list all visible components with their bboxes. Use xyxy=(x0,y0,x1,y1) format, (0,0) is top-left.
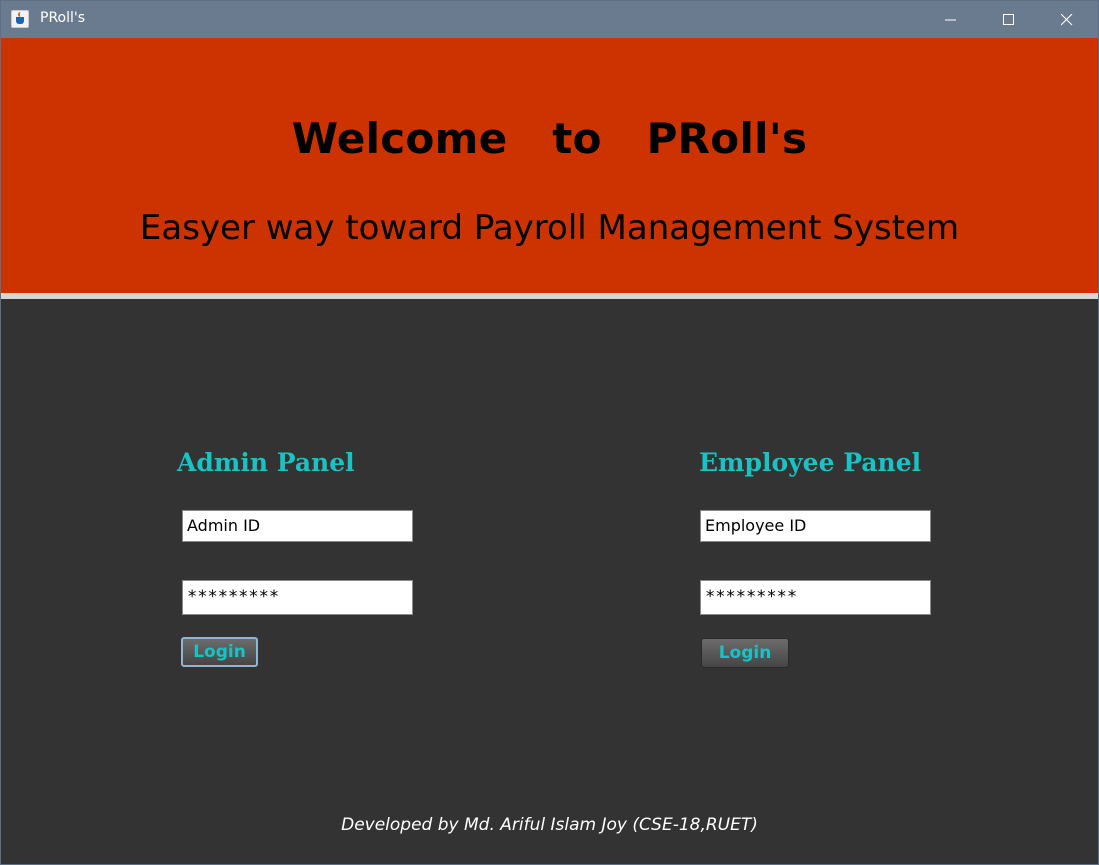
minimize-icon xyxy=(945,19,956,21)
minimize-button[interactable] xyxy=(922,1,980,38)
admin-id-field[interactable]: Admin ID xyxy=(182,510,413,542)
developer-credit: Developed by Md. Ariful Islam Joy (CSE-1… xyxy=(341,815,758,835)
header-divider xyxy=(1,293,1098,299)
welcome-title: Welcome to PRoll's xyxy=(291,114,808,163)
employee-panel-title: Employee Panel xyxy=(699,448,922,477)
window-title: PRoll's xyxy=(40,10,86,26)
employee-login-button[interactable]: Login xyxy=(701,638,789,668)
admin-login-button[interactable]: Login xyxy=(181,637,258,667)
admin-panel-title: Admin Panel xyxy=(177,448,355,477)
maximize-button[interactable] xyxy=(980,1,1038,38)
employee-password-field[interactable]: ********* xyxy=(700,580,931,615)
close-button[interactable] xyxy=(1038,1,1096,38)
admin-password-field[interactable]: ********* xyxy=(182,580,413,615)
welcome-header: Welcome to PRoll's Easyer way toward Pay… xyxy=(1,38,1098,293)
tagline: Easyer way toward Payroll Management Sys… xyxy=(139,208,960,248)
maximize-icon xyxy=(1003,14,1014,25)
title-bar[interactable]: PRoll's xyxy=(1,1,1098,38)
close-icon xyxy=(1061,14,1073,26)
employee-id-field[interactable]: Employee ID xyxy=(700,510,931,542)
app-window: PRoll's Welcome to PRoll's Easyer way to… xyxy=(0,0,1099,865)
java-app-icon xyxy=(11,10,29,28)
